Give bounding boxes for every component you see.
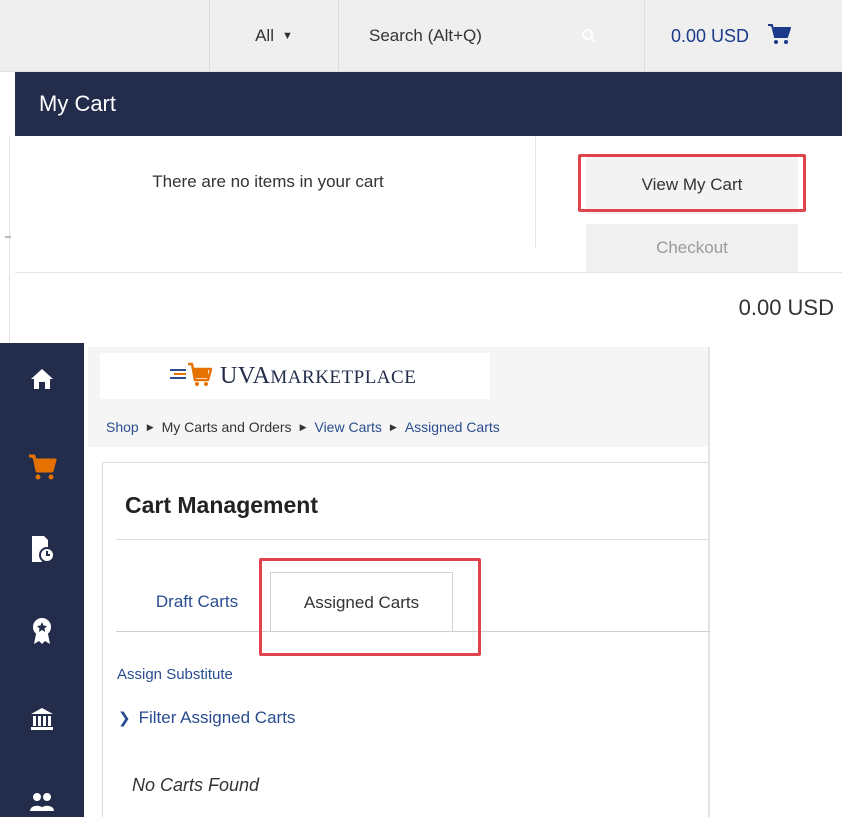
header-cart-button[interactable]: 0.00 USD xyxy=(645,0,842,72)
divider xyxy=(5,236,11,238)
breadcrumb-item-my-carts-and-orders[interactable]: My Carts and Orders xyxy=(162,419,292,435)
checkout-button[interactable]: Checkout xyxy=(586,224,798,272)
search-input[interactable] xyxy=(369,26,589,46)
nav-users[interactable] xyxy=(0,773,84,817)
nav-accounts[interactable] xyxy=(0,691,84,751)
users-icon xyxy=(28,789,56,817)
shopping-cart-icon xyxy=(27,453,57,486)
divider xyxy=(116,539,710,540)
my-cart-header: My Cart xyxy=(15,72,842,136)
nav-home[interactable] xyxy=(0,351,84,411)
breadcrumb: Shop ▶ My Carts and Orders ▶ View Carts … xyxy=(88,407,710,447)
award-badge-icon xyxy=(30,616,54,651)
search-scope-dropdown[interactable]: All ▼ xyxy=(210,0,338,72)
bank-building-icon xyxy=(29,706,55,737)
breadcrumb-arrow-icon: ▶ xyxy=(389,421,397,432)
breadcrumb-item-shop[interactable]: Shop xyxy=(106,419,139,435)
divider xyxy=(116,631,710,632)
breadcrumb-arrow-icon: ▶ xyxy=(299,421,307,432)
divider xyxy=(535,136,536,248)
divider xyxy=(9,136,10,342)
shopping-cart-icon xyxy=(767,23,792,50)
home-icon xyxy=(29,367,55,396)
filter-assigned-carts-toggle[interactable]: ❯ Filter Assigned Carts xyxy=(118,708,295,728)
no-carts-message: No Carts Found xyxy=(132,775,260,795)
assign-substitute-link[interactable]: Assign Substitute xyxy=(117,666,233,683)
cart-total-amount: 0.00 USD xyxy=(738,295,834,320)
page-title: Cart Management xyxy=(125,492,318,518)
document-clock-icon xyxy=(29,534,55,569)
cart-logo-icon xyxy=(170,360,214,393)
tab-draft-carts[interactable]: Draft Carts xyxy=(131,580,263,624)
left-nav-sidebar xyxy=(0,343,84,817)
nav-orders[interactable] xyxy=(0,521,84,581)
marketplace-logo[interactable]: UVAMARKETPLACE xyxy=(100,353,490,399)
breadcrumb-arrow-icon: ▶ xyxy=(146,421,154,432)
my-cart-title: My Cart xyxy=(39,91,116,116)
filter-label: Filter Assigned Carts xyxy=(138,708,296,727)
nav-contracts[interactable] xyxy=(0,603,84,663)
breadcrumb-item-assigned-carts[interactable]: Assigned Carts xyxy=(405,419,500,435)
header-cart-total: 0.00 USD xyxy=(671,25,750,46)
search-icon[interactable] xyxy=(575,22,603,50)
chevron-right-icon: ❯ xyxy=(118,710,131,727)
tab-assigned-carts[interactable]: Assigned Carts xyxy=(270,572,453,632)
caret-down-icon: ▼ xyxy=(282,30,293,42)
search-scope-label: All xyxy=(255,26,274,45)
search-box xyxy=(339,0,644,72)
divider xyxy=(15,272,842,273)
nav-shop[interactable] xyxy=(0,439,84,499)
divider xyxy=(708,347,710,817)
breadcrumb-item-view-carts[interactable]: View Carts xyxy=(314,419,381,435)
cart-empty-message: There are no items in your cart xyxy=(152,172,384,191)
top-search-bar: All ▼ 0.00 USD xyxy=(0,0,842,72)
logo-text: UVAMARKETPLACE xyxy=(220,362,417,389)
view-my-cart-button[interactable]: View My Cart xyxy=(586,156,798,214)
